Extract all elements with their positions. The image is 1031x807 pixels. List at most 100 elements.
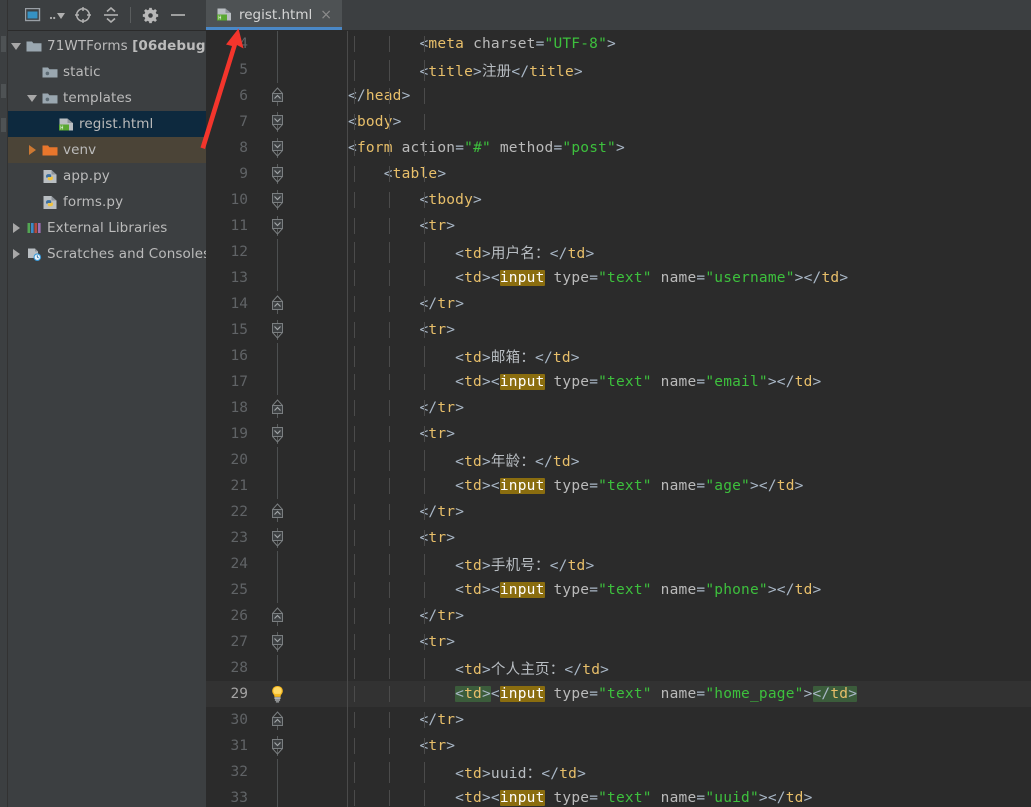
tree-item-templates[interactable]: templates [8,85,206,111]
tab-regist-html[interactable]: H regist.html × [206,0,342,30]
tree-item-scratches-and-consoles[interactable]: Scratches and Consoles [8,241,206,267]
code-text[interactable]: <title>注册</title> [348,59,1031,81]
gutter-icons[interactable] [256,551,298,577]
fold-marker-end[interactable] [272,86,283,106]
gutter-icons[interactable] [256,57,298,83]
fold-marker-expanded[interactable] [272,138,283,158]
intention-bulb-icon[interactable] [269,685,286,703]
gutter-icons[interactable] [256,369,298,395]
chevron-right-icon[interactable] [24,145,40,155]
scroll-from-source-icon[interactable] [70,3,96,27]
code-line[interactable]: 7 <body> [206,109,1031,135]
fold-marker-expanded[interactable] [272,320,283,340]
code-text[interactable]: <td>uuid：</td> [348,761,1031,783]
code-text[interactable]: <meta charset="UTF-8"> [348,36,1031,52]
code-text[interactable]: <td><input type="text" name="age"></td> [348,478,1031,494]
code-line[interactable]: 20 <td>年龄：</td> [206,447,1031,473]
collapse-all-icon[interactable] [98,3,124,27]
gutter-icons[interactable] [256,135,298,161]
code-line[interactable]: 17 <td><input type="text" name="email"><… [206,369,1031,395]
code-text[interactable]: <td><input type="text" name="email"></td… [348,374,1031,390]
code-line[interactable]: 31 <tr> [206,733,1031,759]
close-icon[interactable]: × [318,8,334,22]
code-text[interactable]: <td><input type="text" name="uuid"></td> [348,790,1031,806]
code-text[interactable]: </tr> [348,712,1031,728]
code-line[interactable]: 16 <td>邮箱：</td> [206,343,1031,369]
code-text[interactable]: </tr> [348,504,1031,520]
tree-item-static[interactable]: static [8,59,206,85]
code-line[interactable]: 25 <td><input type="text" name="phone"><… [206,577,1031,603]
code-text[interactable]: <td>年龄：</td> [348,449,1031,471]
code-line[interactable]: 19 <tr> [206,421,1031,447]
code-text[interactable]: <tr> [348,634,1031,650]
gutter-icons[interactable] [256,499,298,525]
chevron-down-icon[interactable] [8,42,24,50]
code-text[interactable]: <td><input type="text" name="home_page">… [348,686,1031,702]
code-text[interactable]: <tr> [348,738,1031,754]
code-text[interactable]: <table> [348,166,1031,182]
code-text[interactable]: <td>用户名：</td> [348,241,1031,263]
code-line[interactable]: 6 </head> [206,83,1031,109]
tree-item-forms-py[interactable]: forms.py [8,189,206,215]
code-line[interactable]: 15 <tr> [206,317,1031,343]
code-line[interactable]: 18 </tr> [206,395,1031,421]
code-line[interactable]: 32 <td>uuid：</td> [206,759,1031,785]
gutter-icons[interactable] [256,109,298,135]
fold-marker-end[interactable] [272,398,283,418]
gutter-icons[interactable] [256,525,298,551]
gutter-icons[interactable] [256,317,298,343]
fold-marker-expanded[interactable] [272,528,283,548]
code-line[interactable]: 26 </tr> [206,603,1031,629]
gutter-icons[interactable] [256,447,298,473]
fold-marker-end[interactable] [272,294,283,314]
code-text[interactable]: </tr> [348,608,1031,624]
fold-marker-expanded[interactable] [272,632,283,652]
tree-item-regist-html[interactable]: H regist.html [8,111,206,137]
fold-marker-end[interactable] [272,502,283,522]
fold-marker-end[interactable] [272,710,283,730]
code-line[interactable]: 12 <td>用户名：</td> [206,239,1031,265]
code-line[interactable]: 5 <title>注册</title> [206,57,1031,83]
gutter-icons[interactable] [256,343,298,369]
code-text[interactable]: <form action="#" method="post"> [348,140,1031,156]
gutter-icons[interactable] [256,421,298,447]
gutter-icons[interactable] [256,473,298,499]
fold-marker-expanded[interactable] [272,164,283,184]
view-options-dropdown-icon[interactable] [48,3,68,27]
code-line[interactable]: 33 <td><input type="text" name="uuid"></… [206,785,1031,807]
gutter-icons[interactable] [256,31,298,57]
code-line[interactable]: 24 <td>手机号：</td> [206,551,1031,577]
code-line[interactable]: 29 <td><input type="text" name="home_pag… [206,681,1031,707]
gutter-icons[interactable] [256,577,298,603]
code-text[interactable]: <tr> [348,322,1031,338]
code-line[interactable]: 23 <tr> [206,525,1031,551]
gutter-icons[interactable] [256,395,298,421]
gutter-icons[interactable] [256,265,298,291]
gutter-icons[interactable] [256,785,298,807]
code-text[interactable]: <tr> [348,426,1031,442]
code-line[interactable]: 13 <td><input type="text" name="username… [206,265,1031,291]
fold-marker-expanded[interactable] [272,736,283,756]
gutter-icons[interactable] [256,161,298,187]
fold-marker-end[interactable] [272,606,283,626]
code-text[interactable]: <body> [348,114,1031,130]
gutter-icons[interactable] [256,629,298,655]
select-opened-file-icon[interactable] [20,3,46,27]
code-text[interactable]: <tbody> [348,192,1031,208]
code-line[interactable]: 21 <td><input type="text" name="age"></t… [206,473,1031,499]
gutter-icons[interactable] [256,187,298,213]
tree-item-app-py[interactable]: app.py [8,163,206,189]
code-line[interactable]: 9 <table> [206,161,1031,187]
code-line[interactable]: 27 <tr> [206,629,1031,655]
project-tree[interactable]: 71WTForms [06debug] static templates H r… [8,31,206,267]
code-line[interactable]: 28 <td>个人主页：</td> [206,655,1031,681]
code-text[interactable]: <td>邮箱：</td> [348,345,1031,367]
gutter-icons[interactable] [256,83,298,109]
code-editor[interactable]: 4 <meta charset="UTF-8"> 5 <title>注册</ti… [206,31,1031,807]
gutter-icons[interactable] [256,707,298,733]
tree-item-external-libraries[interactable]: External Libraries [8,215,206,241]
gutter-icons[interactable] [256,733,298,759]
chevron-right-icon[interactable] [8,223,24,233]
code-line[interactable]: 11 <tr> [206,213,1031,239]
code-text[interactable]: </tr> [348,400,1031,416]
